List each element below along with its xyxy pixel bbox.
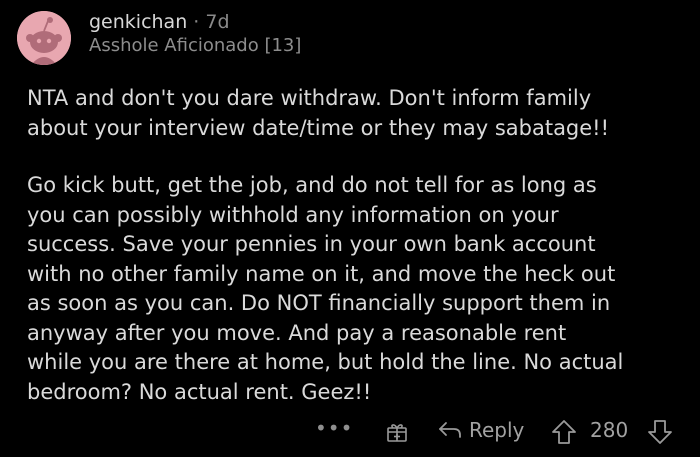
comment-line: Go kick butt, get the job, and do not te… bbox=[27, 173, 597, 197]
comment-line: success. Save your pennies in your own b… bbox=[27, 232, 596, 256]
comment-line: bedroom? No actual rent. Geez!! bbox=[27, 379, 372, 404]
comment-line: you can possibly withhold any informatio… bbox=[27, 202, 559, 227]
comment-body: NTA and don't you dare withdraw. Don't i… bbox=[27, 84, 687, 407]
more-options-icon[interactable]: ••• bbox=[315, 416, 353, 440]
comment-header: genkichan · 7d Asshole Aficionado [13] bbox=[89, 10, 689, 58]
reply-label: Reply bbox=[469, 418, 525, 442]
comment-line: NTA and don't you dare withdraw. Don't i… bbox=[27, 86, 592, 110]
author-line: genkichan · 7d bbox=[89, 10, 689, 34]
comment-line: while you are there at home, but hold th… bbox=[27, 350, 624, 374]
upvote-arrow-icon bbox=[552, 420, 576, 444]
snoo-avatar-icon bbox=[17, 11, 71, 65]
reply-arrow-icon bbox=[439, 422, 461, 438]
meta-separator: · bbox=[193, 11, 200, 33]
comment-age: 7d bbox=[205, 11, 230, 33]
upvote-button[interactable] bbox=[551, 419, 577, 450]
downvote-arrow-icon bbox=[648, 420, 672, 444]
comment: genkichan · 7d Asshole Aficionado [13] N… bbox=[0, 0, 700, 457]
comment-line: as soon as you can. Do NOT financially s… bbox=[27, 291, 611, 315]
vote-score: 280 bbox=[590, 418, 629, 442]
author-username[interactable]: genkichan bbox=[89, 11, 187, 33]
user-flair: Asshole Aficionado [13] bbox=[89, 35, 302, 56]
comment-line: with no other family name on it, and mov… bbox=[27, 261, 616, 286]
comment-line: anyway after you move. And pay a reasona… bbox=[27, 320, 567, 345]
downvote-button[interactable] bbox=[647, 419, 673, 450]
award-button[interactable] bbox=[385, 420, 409, 449]
comment-line: about your interview date/time or they m… bbox=[27, 115, 610, 140]
comment-paragraph: Go kick butt, get the job, and do not te… bbox=[27, 171, 687, 407]
comment-actions: ••• Reply 280 bbox=[0, 416, 700, 446]
reply-button[interactable]: Reply bbox=[437, 418, 524, 442]
award-gift-icon bbox=[387, 424, 407, 442]
avatar[interactable] bbox=[17, 11, 71, 65]
comment-paragraph: NTA and don't you dare withdraw. Don't i… bbox=[27, 84, 687, 143]
